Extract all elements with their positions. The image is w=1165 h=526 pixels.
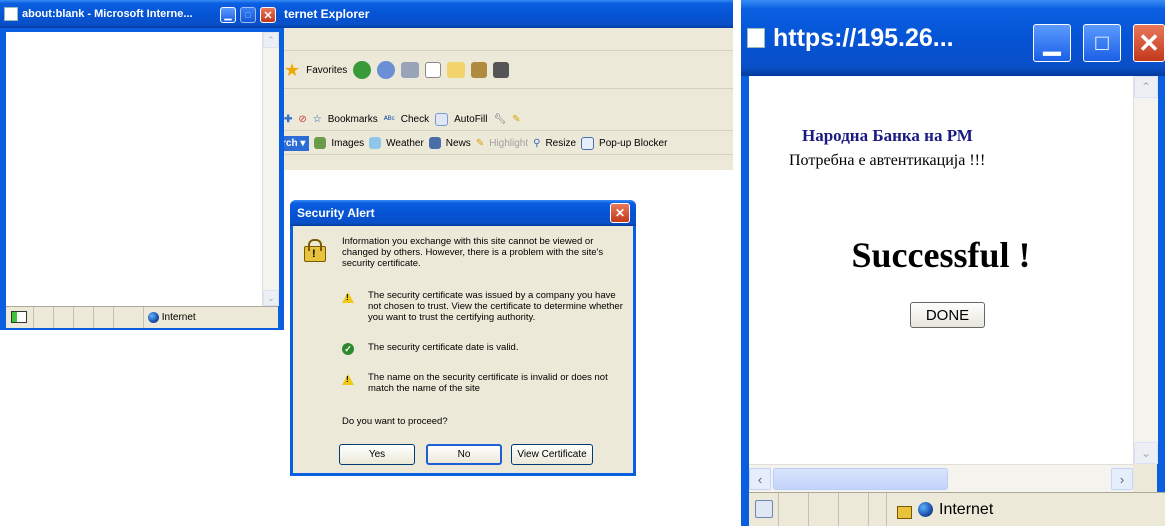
close-button[interactable]: ✕ xyxy=(260,7,276,23)
security-alert-item-text: The security certificate date is valid. xyxy=(368,342,519,353)
popup-vertical-scrollbar[interactable]: ⌃ ⌄ xyxy=(1133,76,1158,464)
popup-window-title: https://195.26... xyxy=(773,23,954,52)
scroll-down-arrow[interactable]: ⌄ xyxy=(1134,442,1158,464)
page-status-icon xyxy=(755,500,773,518)
popup-ie-window: https://195.26... ▁ □ ✕ Народна Банка на… xyxy=(741,0,1165,526)
favorites-star-icon[interactable]: ★ xyxy=(284,60,300,81)
autofill-icon[interactable] xyxy=(435,112,449,126)
bg-toolbar-standard: ★ Favorites xyxy=(278,52,733,89)
blank-content-area xyxy=(6,32,262,306)
research-icon[interactable] xyxy=(471,62,488,78)
scroll-up-arrow[interactable]: ⌃ xyxy=(1134,76,1158,98)
popup-status-bar: Internet xyxy=(749,492,1165,526)
bg-window-titlebar[interactable]: ternet Explorer xyxy=(278,0,733,28)
auth-message: Потребна е автентикација !!! xyxy=(789,152,986,169)
security-alert-item: ! The name on the security certificate i… xyxy=(342,372,624,394)
popup-horizontal-scrollbar[interactable]: ‹ › xyxy=(749,464,1133,493)
security-alert-item: ! The security certificate was issued by… xyxy=(342,290,624,323)
messenger-icon[interactable] xyxy=(493,62,510,78)
resize-icon: ⚲ xyxy=(533,137,541,149)
security-alert-item-text: The name on the security certificate is … xyxy=(368,372,608,394)
spellcheck-icon[interactable]: ᴬᴮᶜ xyxy=(384,114,395,124)
blank-ie-window: about:blank - Microsoft Interne... ▁ □ ✕… xyxy=(0,0,284,330)
padlock-icon[interactable] xyxy=(897,505,912,519)
blank-status-bar: Internet xyxy=(6,306,278,328)
pencil-icon[interactable]: ✎ xyxy=(512,114,520,125)
page-status-icon xyxy=(11,311,27,323)
minimize-button[interactable]: ▁ xyxy=(1033,24,1071,62)
weather-button[interactable]: Weather xyxy=(386,138,424,149)
security-alert-dialog: Security Alert ✕ ! Information you excha… xyxy=(290,200,636,476)
blocked-icon[interactable]: ⊘ xyxy=(298,114,306,125)
bg-toolbar-google: rch ▾ Images Weather News ✎ Highlight ⚲ … xyxy=(278,132,733,155)
background-ie-window: ternet Explorer ★ Favorites ✚ ⊘ ☆ Bookma… xyxy=(278,0,733,170)
security-alert-item: ✓ The security certificate date is valid… xyxy=(342,342,624,355)
ie-page-icon xyxy=(4,7,18,21)
bookmarks-button[interactable]: Bookmarks xyxy=(328,114,378,125)
wrench-icon[interactable]: 🔧︎ xyxy=(493,114,506,125)
favorites-button[interactable]: Favorites xyxy=(306,65,347,76)
scroll-left-arrow[interactable]: ‹ xyxy=(749,468,771,490)
weather-icon xyxy=(369,137,382,149)
blank-status-zone: Internet xyxy=(161,312,196,324)
popup-content-area: Народна Банка на РМ Потребна е автентика… xyxy=(749,76,1133,464)
bank-name: Народна Банка на РМ xyxy=(802,126,973,145)
success-headline: Successful ! xyxy=(851,235,1031,275)
internet-zone-icon xyxy=(148,311,159,323)
history-icon[interactable] xyxy=(353,61,372,79)
security-alert-question: Do you want to proceed? xyxy=(342,416,448,427)
blank-window-title: about:blank - Microsoft Interne... xyxy=(22,8,193,20)
news-button[interactable]: News xyxy=(446,138,471,149)
bg-toolbar-links: ✚ ⊘ ☆ Bookmarks ᴬᴮᶜ Check AutoFill 🔧︎ ✎ xyxy=(278,108,733,131)
maximize-button[interactable]: □ xyxy=(240,7,256,23)
news-icon xyxy=(428,137,441,149)
popup-status-zone: Internet xyxy=(939,500,994,518)
internet-zone-icon xyxy=(918,502,933,517)
resize-button[interactable]: Resize xyxy=(545,138,576,149)
popup-blocker-icon xyxy=(581,136,595,150)
highlight-button[interactable]: Highlight xyxy=(489,138,528,149)
bg-window-title: ternet Explorer xyxy=(284,7,370,21)
popup-blocker-button[interactable]: Pop-up Blocker xyxy=(599,138,667,149)
print-icon[interactable] xyxy=(401,62,420,78)
security-alert-intro: Information you exchange with this site … xyxy=(342,236,604,269)
check-icon: ✓ xyxy=(342,343,354,355)
scroll-up-arrow[interactable]: ⌃ xyxy=(263,32,279,48)
images-button[interactable]: Images xyxy=(331,138,364,149)
scroll-right-arrow[interactable]: › xyxy=(1111,468,1133,490)
no-button[interactable]: No xyxy=(426,444,502,465)
highlight-icon: ✎ xyxy=(475,137,485,149)
bookmarks-star-icon[interactable]: ☆ xyxy=(313,114,322,125)
lock-warning-icon: ! xyxy=(302,238,326,262)
done-button[interactable]: DONE xyxy=(910,302,985,328)
close-button[interactable]: ✕ xyxy=(1133,24,1165,62)
warning-icon: ! xyxy=(342,374,354,385)
check-button[interactable]: Check xyxy=(401,114,429,125)
security-alert-titlebar[interactable]: Security Alert xyxy=(290,200,636,226)
folder-icon[interactable] xyxy=(447,62,466,78)
warning-icon: ! xyxy=(342,292,354,303)
security-alert-close-button[interactable]: ✕ xyxy=(610,203,630,223)
horizontal-scroll-thumb[interactable] xyxy=(773,468,948,490)
maximize-button[interactable]: □ xyxy=(1083,24,1121,62)
scroll-corner xyxy=(1133,464,1157,492)
images-icon xyxy=(314,137,327,149)
autofill-button[interactable]: AutoFill xyxy=(454,114,487,125)
blank-vertical-scrollbar[interactable]: ⌃ ⌄ xyxy=(262,32,279,306)
security-alert-item-text: The security certificate was issued by a… xyxy=(368,290,623,323)
scroll-down-arrow[interactable]: ⌄ xyxy=(263,290,279,306)
view-certificate-button[interactable]: View Certificate xyxy=(511,444,593,465)
security-alert-body: ! Information you exchange with this sit… xyxy=(293,226,633,473)
add-icon[interactable]: ✚ xyxy=(284,114,292,125)
ie-page-icon xyxy=(747,28,765,48)
edit-icon[interactable] xyxy=(425,62,442,78)
mail-icon[interactable] xyxy=(377,61,396,79)
yes-button[interactable]: Yes xyxy=(339,444,415,465)
minimize-button[interactable]: ▁ xyxy=(220,7,236,23)
security-alert-title: Security Alert xyxy=(297,206,375,220)
